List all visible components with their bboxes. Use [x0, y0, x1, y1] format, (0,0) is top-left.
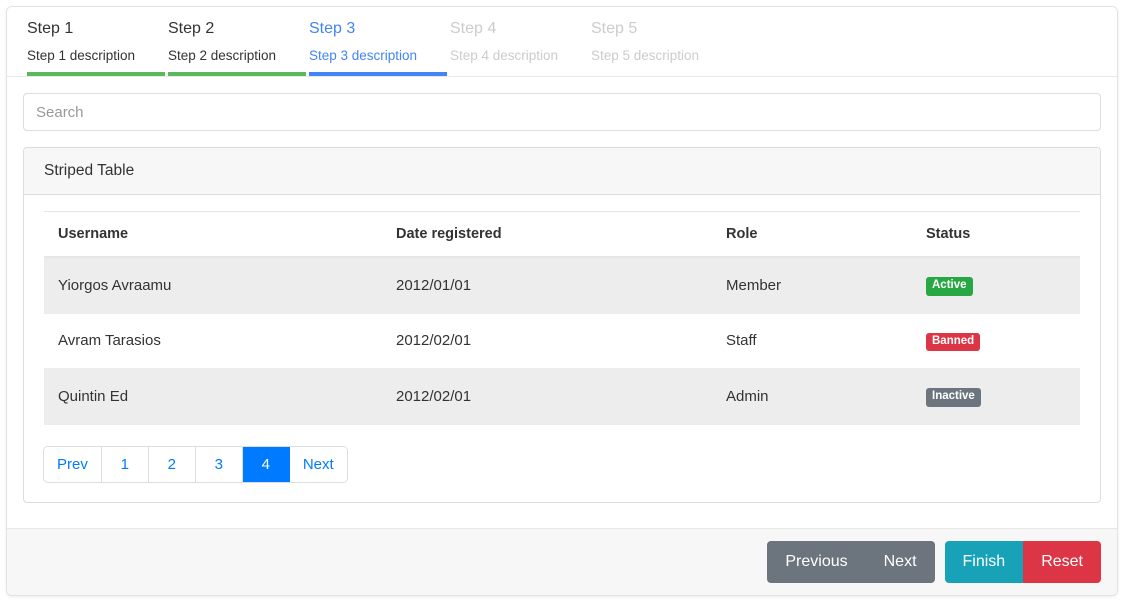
cell-date-registered: 2012/02/01: [384, 368, 714, 425]
step-title: Step 5: [591, 20, 638, 37]
table-row[interactable]: Quintin Ed 2012/02/01 Admin Inactive: [44, 368, 1080, 425]
striped-table-card: Striped Table Username Date registered R…: [23, 147, 1101, 503]
cell-status: Banned: [914, 313, 1080, 369]
cell-role: Staff: [714, 313, 914, 369]
cell-status: Inactive: [914, 368, 1080, 425]
table-header-row: Username Date registered Role Status: [44, 211, 1080, 258]
wizard-container: Step 1 Step 1 description Step 2 Step 2 …: [6, 6, 1118, 596]
step-description: Step 1 description: [27, 48, 136, 63]
action-button-group: Finish Reset: [944, 541, 1101, 583]
table-row[interactable]: Yiorgos Avraamu 2012/01/01 Member Active: [44, 257, 1080, 314]
step-tab-5: Step 5 Step 5 description: [591, 7, 731, 76]
table-head: Username Date registered Role Status: [44, 211, 1080, 258]
step-tab-2[interactable]: Step 2 Step 2 description: [168, 7, 308, 76]
cell-date-registered: 2012/02/01: [384, 313, 714, 369]
status-badge: Banned: [926, 332, 981, 351]
step-description: Step 5 description: [591, 48, 700, 63]
column-header-username: Username: [44, 211, 384, 258]
reset-button[interactable]: Reset: [1023, 541, 1101, 583]
users-table: Username Date registered Role Status Yio…: [44, 211, 1080, 425]
column-header-date-registered: Date registered: [384, 211, 714, 258]
pagination-next[interactable]: Next: [289, 446, 347, 482]
next-button[interactable]: Next: [865, 541, 935, 583]
column-header-role: Role: [714, 211, 914, 258]
cell-username: Yiorgos Avraamu: [44, 257, 384, 314]
status-badge: Inactive: [926, 388, 981, 407]
pagination-page-1[interactable]: 1: [101, 446, 149, 482]
search-input[interactable]: [23, 93, 1101, 131]
cell-role: Member: [714, 257, 914, 314]
card-title: Striped Table: [24, 148, 1100, 195]
step-title: Step 1: [27, 20, 74, 37]
stepper-nav: Step 1 Step 1 description Step 2 Step 2 …: [7, 7, 1117, 77]
table-row[interactable]: Avram Tarasios 2012/02/01 Staff Banned: [44, 313, 1080, 369]
finish-button[interactable]: Finish: [944, 541, 1024, 583]
cell-role: Admin: [714, 368, 914, 425]
card-body: Username Date registered Role Status Yio…: [24, 195, 1100, 502]
step-tab-4: Step 4 Step 4 description: [450, 7, 590, 76]
navigation-button-group: Previous Next: [767, 541, 935, 583]
step-description: Step 4 description: [450, 48, 559, 63]
status-badge: Active: [926, 277, 973, 296]
step-progress-bar: [450, 72, 588, 76]
previous-button[interactable]: Previous: [767, 541, 866, 583]
step-title: Step 3: [309, 20, 356, 37]
table-body: Yiorgos Avraamu 2012/01/01 Member Active…: [44, 257, 1080, 425]
step-title: Step 2: [168, 20, 215, 37]
step-progress-bar: [27, 72, 165, 76]
step-progress-bar: [168, 72, 306, 76]
pagination-prev[interactable]: Prev: [44, 446, 102, 482]
step-description: Step 3 description: [309, 48, 418, 63]
pagination-page-3[interactable]: 3: [195, 446, 243, 482]
step-progress-bar: [309, 72, 447, 76]
cell-date-registered: 2012/01/01: [384, 257, 714, 314]
pagination: Prev 1 2 3 4 Next: [44, 446, 347, 482]
step-tab-1[interactable]: Step 1 Step 1 description: [27, 7, 167, 76]
step-title: Step 4: [450, 20, 497, 37]
step-description: Step 2 description: [168, 48, 277, 63]
step-progress-bar: [591, 72, 729, 76]
screen: Step 1 Step 1 description Step 2 Step 2 …: [0, 0, 1125, 602]
wizard-footer: Previous Next Finish Reset: [7, 528, 1117, 595]
step-tab-3[interactable]: Step 3 Step 3 description: [309, 7, 449, 76]
cell-username: Avram Tarasios: [44, 313, 384, 369]
pagination-page-4[interactable]: 4: [242, 446, 290, 482]
pagination-page-2[interactable]: 2: [148, 446, 196, 482]
column-header-status: Status: [914, 211, 1080, 258]
cell-status: Active: [914, 257, 1080, 314]
wizard-step-content: Striped Table Username Date regis: [7, 77, 1117, 528]
cell-username: Quintin Ed: [44, 368, 384, 425]
